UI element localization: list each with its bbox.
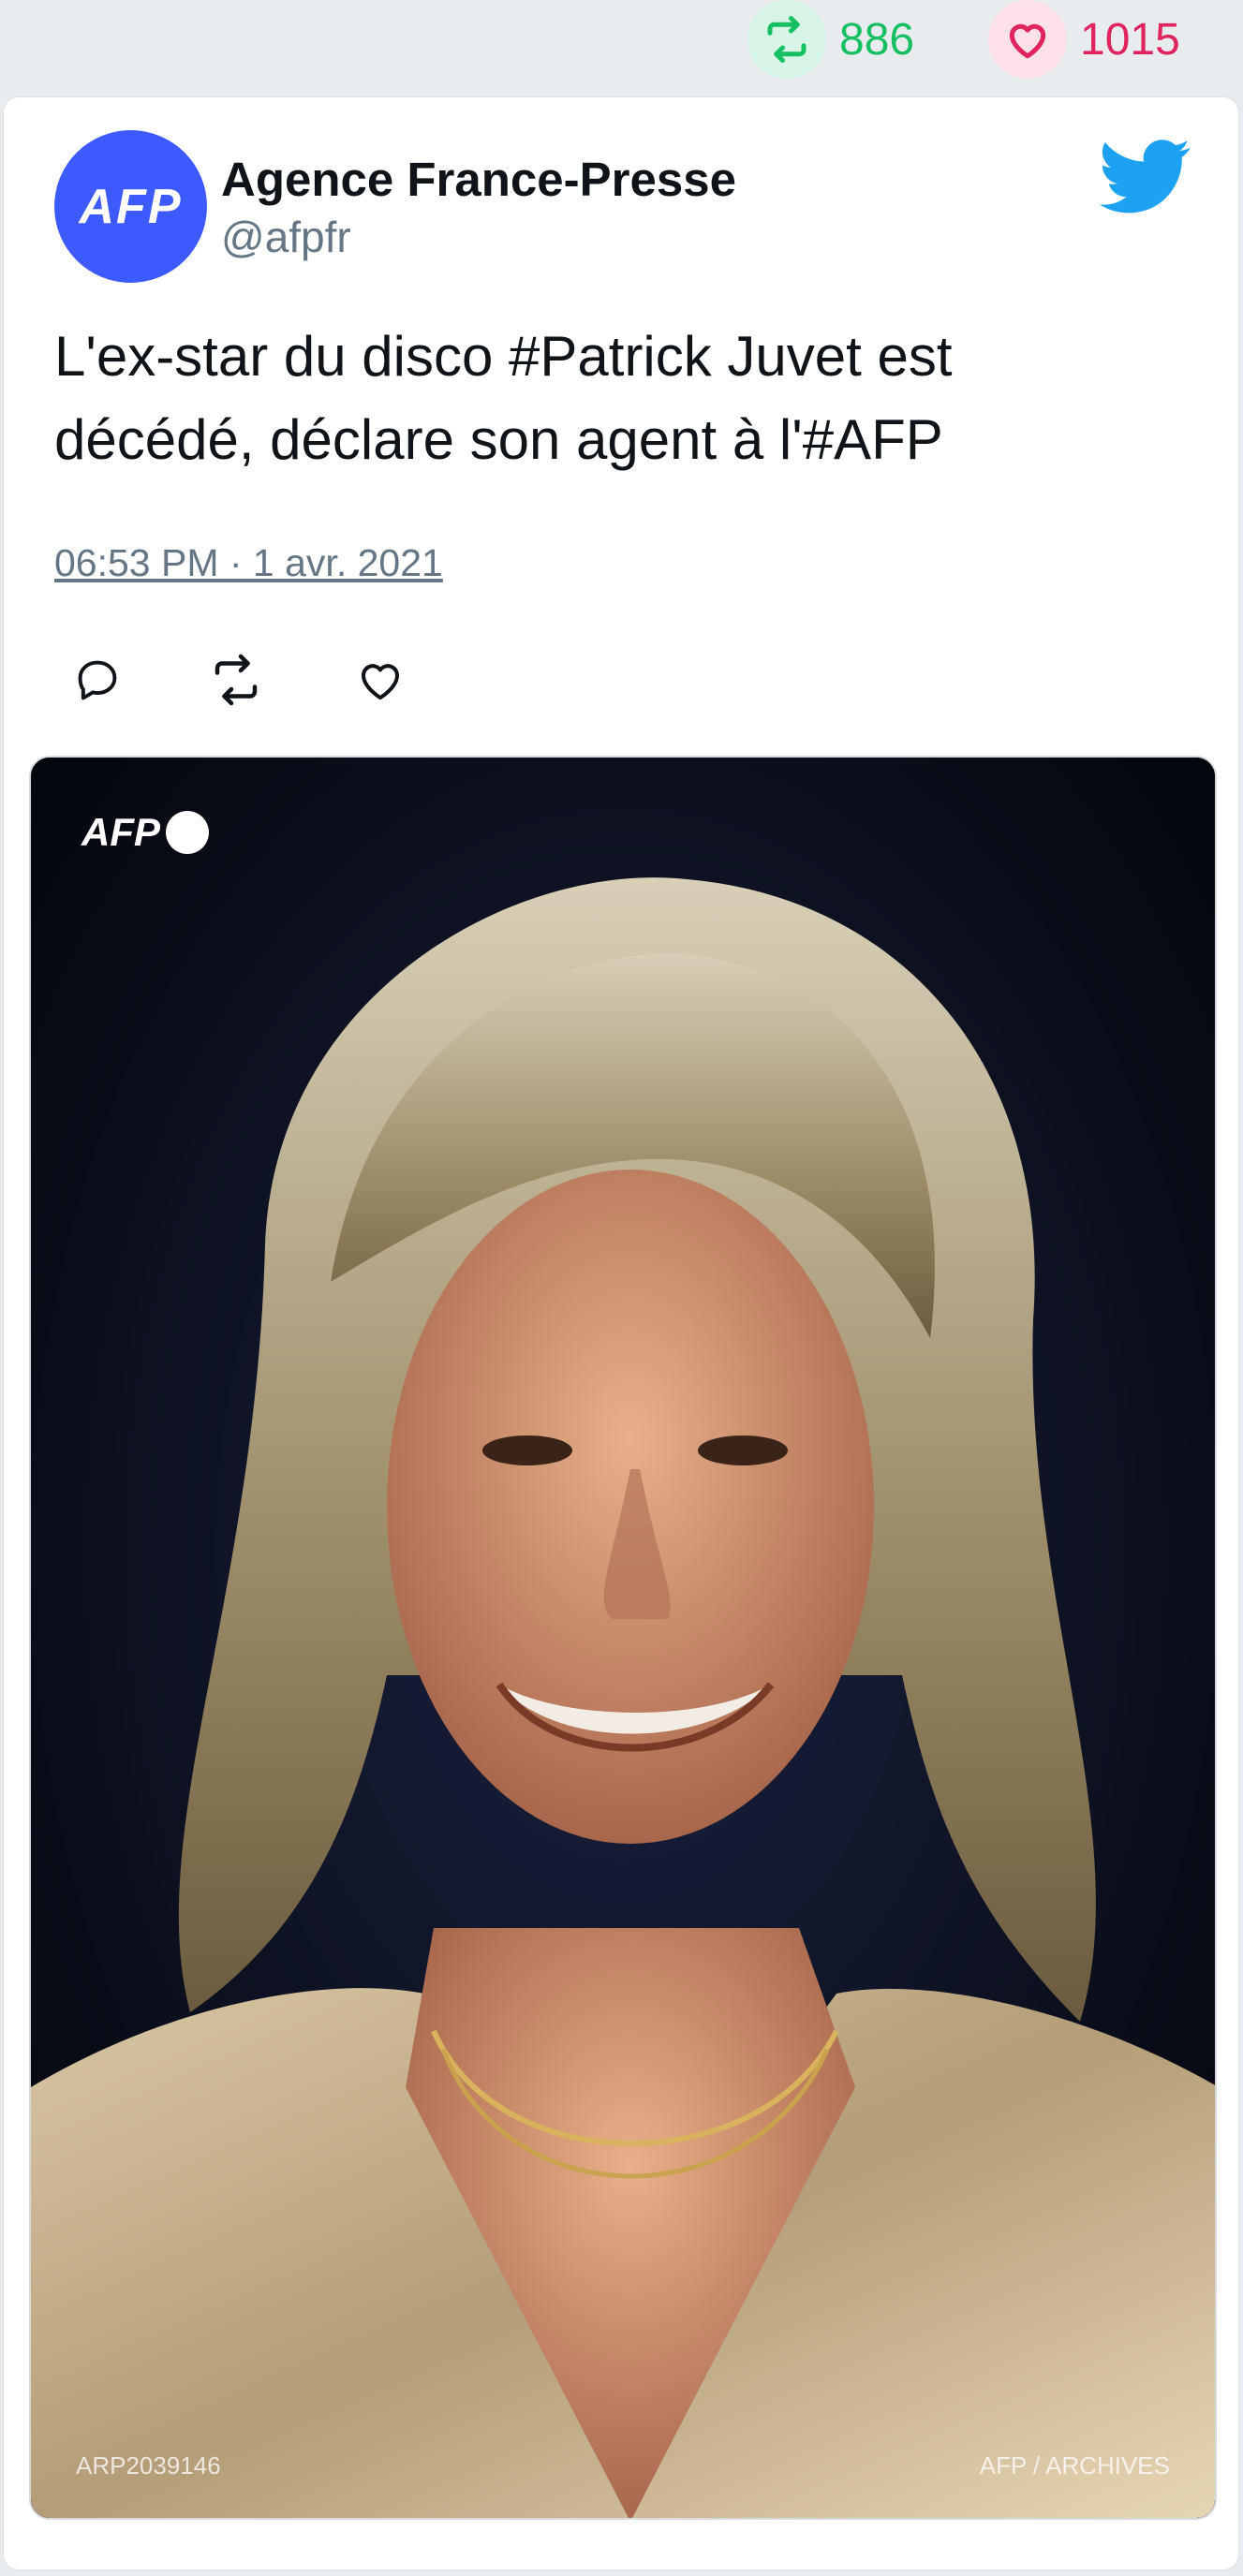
avatar[interactable]: AFP bbox=[54, 130, 207, 283]
photo-reference: ARP2039146 bbox=[76, 2451, 221, 2480]
engagement-stats-bar: 886 1015 bbox=[0, 0, 1243, 84]
author-handle[interactable]: @afpfr bbox=[221, 212, 351, 262]
afp-watermark-dot bbox=[166, 811, 209, 854]
tweet-photo[interactable]: AFP ARP2039146 AFP / ARCHIVES bbox=[29, 756, 1217, 2520]
tweet-text: L'ex-star du disco #Patrick Juvet est dé… bbox=[54, 325, 953, 471]
afp-watermark-logo: AFP bbox=[81, 810, 209, 855]
heart-icon bbox=[361, 664, 400, 700]
retweet-stat[interactable]: 886 bbox=[747, 0, 914, 79]
reply-button[interactable] bbox=[69, 652, 126, 708]
tweet-card: AFP Agence France-Presse @afpfr L'ex-sta… bbox=[4, 97, 1238, 2569]
like-stat[interactable]: 1015 bbox=[988, 0, 1180, 79]
reply-icon bbox=[78, 660, 117, 700]
retweet-count: 886 bbox=[839, 14, 915, 65]
retweet-icon bbox=[747, 0, 826, 79]
portrait-photo bbox=[31, 758, 1215, 2518]
author-name[interactable]: Agence France-Presse bbox=[221, 152, 736, 207]
like-count: 1015 bbox=[1080, 14, 1180, 65]
twitter-bird-icon[interactable] bbox=[1100, 137, 1191, 217]
avatar-logo-text: AFP bbox=[79, 179, 183, 234]
photo-credit: AFP / ARCHIVES bbox=[979, 2451, 1170, 2480]
afp-watermark-text: AFP bbox=[81, 810, 160, 854]
heart-icon bbox=[988, 0, 1067, 79]
tweet-timestamp[interactable]: 06:53 PM · 1 avr. 2021 bbox=[54, 541, 443, 585]
retweet-icon bbox=[215, 654, 258, 706]
retweet-button[interactable] bbox=[208, 652, 264, 708]
like-button[interactable] bbox=[352, 652, 408, 708]
